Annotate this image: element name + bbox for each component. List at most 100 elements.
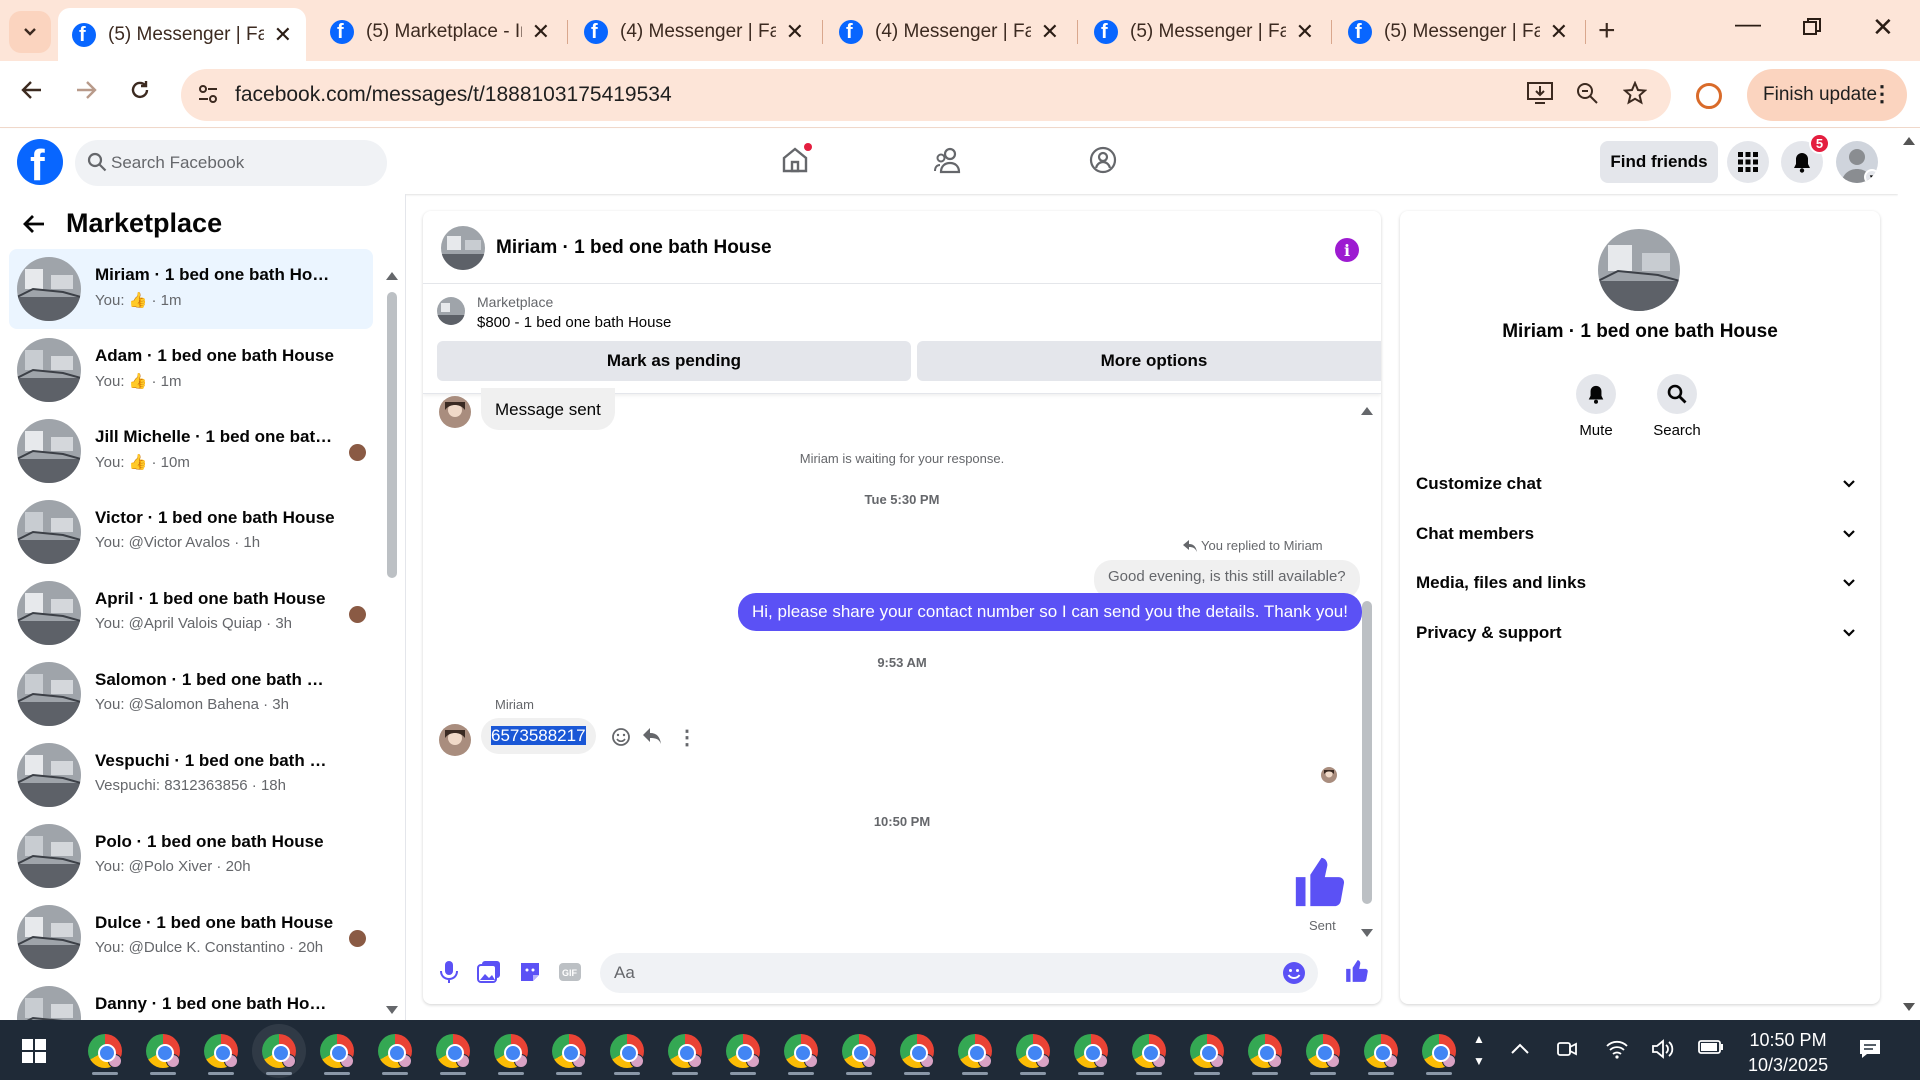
chrome-taskbar-icon[interactable] [262, 1034, 296, 1075]
conversation-item[interactable]: Vespuchi · 1 bed one bath House Vespuchi:… [9, 735, 373, 815]
home-nav[interactable] [780, 143, 812, 180]
mark-as-pending-button[interactable]: Mark as pending [437, 341, 911, 381]
chat-title[interactable]: Miriam · 1 bed one bath House [496, 237, 772, 259]
chrome-taskbar-icon[interactable] [900, 1034, 934, 1075]
chrome-taskbar-icon[interactable] [1248, 1034, 1282, 1075]
back-arrow-icon[interactable] [22, 212, 46, 236]
privacy-support-row[interactable]: Privacy & support [1416, 611, 1864, 655]
scrollbar-thumb[interactable] [1362, 601, 1372, 904]
phone-number-text[interactable]: 6573588217 [491, 726, 586, 745]
listing-title[interactable]: $800 - 1 bed one bath House [477, 314, 671, 331]
outgoing-message-bubble[interactable]: Hi, please share your contact number so … [738, 593, 1362, 631]
new-tab-button[interactable]: + [1598, 14, 1616, 48]
conversation-item[interactable]: Victor · 1 bed one bath House You: @Victo… [9, 492, 373, 572]
message-sent-bubble[interactable]: Message sent [481, 388, 615, 430]
chrome-taskbar-icon[interactable] [726, 1034, 760, 1075]
show-hidden-icons-icon[interactable] [1510, 1038, 1530, 1061]
chrome-taskbar-icon[interactable] [146, 1034, 180, 1075]
volume-icon[interactable] [1651, 1038, 1675, 1066]
close-tab-icon[interactable]: ✕ [1041, 19, 1059, 45]
chrome-taskbar-icon[interactable] [1364, 1034, 1398, 1075]
reply-button[interactable] [642, 727, 662, 750]
scroll-down-arrow-icon[interactable] [1903, 1003, 1915, 1011]
conversation-item[interactable]: Jill Michelle · 1 bed one bath ... You: 👍… [9, 411, 373, 491]
close-tab-icon[interactable]: ✕ [1296, 19, 1314, 45]
gif-button[interactable]: GIF [558, 960, 582, 989]
message-input-box[interactable] [600, 953, 1318, 993]
chrome-taskbar-icon[interactable] [842, 1034, 876, 1075]
chrome-taskbar-icon[interactable] [958, 1034, 992, 1075]
notification-center-icon[interactable] [1858, 1038, 1882, 1066]
chat-avatar[interactable] [441, 226, 485, 270]
conversation-item[interactable]: Adam · 1 bed one bath House You: 👍 · 1m [9, 330, 373, 410]
chrome-taskbar-icon[interactable] [1422, 1034, 1456, 1075]
bookmark-star-icon[interactable] [1622, 80, 1648, 112]
chrome-taskbar-icon[interactable] [1306, 1034, 1340, 1075]
chrome-taskbar-icon[interactable] [1074, 1034, 1108, 1075]
back-button[interactable] [21, 77, 43, 108]
sender-avatar[interactable] [439, 396, 471, 428]
search-action[interactable]: Search [1637, 374, 1717, 439]
chrome-taskbar-icon[interactable] [204, 1034, 238, 1075]
chrome-taskbar-icon[interactable] [1016, 1034, 1050, 1075]
contact-avatar[interactable] [1598, 229, 1680, 311]
site-settings-icon[interactable] [197, 83, 219, 105]
more-vertical-icon[interactable]: ⋮ [677, 725, 697, 750]
message-input[interactable] [614, 953, 1254, 993]
chrome-taskbar-icon[interactable] [610, 1034, 644, 1075]
react-button[interactable] [611, 727, 631, 752]
search-input[interactable] [111, 140, 371, 186]
chat-members-row[interactable]: Chat members [1416, 512, 1864, 556]
scroll-up-arrow-icon[interactable] [386, 272, 398, 280]
browser-tab-1[interactable]: (5) Messenger | Facebook ✕ [58, 8, 306, 61]
close-tab-icon[interactable]: ✕ [1550, 19, 1568, 45]
browser-tab-2[interactable]: (5) Marketplace - Inbox ✕ [316, 8, 564, 55]
menu-button[interactable] [1727, 141, 1769, 183]
chrome-taskbar-icon[interactable] [668, 1034, 702, 1075]
sender-avatar[interactable] [439, 724, 471, 756]
address-bar[interactable]: facebook.com/messages/t/1888103175419534 [181, 69, 1671, 121]
battery-icon[interactable] [1698, 1038, 1724, 1061]
chrome-taskbar-icon[interactable] [552, 1034, 586, 1075]
browser-tab-4[interactable]: (4) Messenger | Facebook ✕ [825, 8, 1073, 55]
friends-nav[interactable] [933, 145, 963, 180]
scroll-up-arrow-icon[interactable] [1903, 137, 1915, 145]
groups-nav[interactable] [1088, 145, 1118, 180]
finish-update-button[interactable]: Finish update ⋮ [1747, 69, 1907, 121]
emoji-icon[interactable] [1282, 961, 1306, 985]
restore-window-button[interactable] [1803, 12, 1821, 43]
account-avatar[interactable]: ▾ [1836, 141, 1878, 183]
mute-action[interactable]: Mute [1556, 374, 1636, 439]
install-app-icon[interactable] [1527, 81, 1553, 112]
chat-list-scrollbar[interactable] [385, 272, 399, 1014]
close-tab-icon[interactable]: ✕ [274, 22, 292, 48]
info-icon[interactable]: i [1335, 238, 1359, 262]
chat-scrollbar[interactable] [1360, 401, 1374, 941]
tab-search-button[interactable] [9, 11, 51, 53]
conversation-item[interactable]: Dulce · 1 bed one bath House You: @Dulce … [9, 897, 373, 977]
forward-button[interactable] [75, 77, 97, 108]
conversation-item[interactable]: Danny · 1 bed one bath House [9, 978, 373, 1020]
conversation-item[interactable]: Polo · 1 bed one bath House You: @Polo Xi… [9, 816, 373, 896]
windows-start-icon[interactable] [22, 1039, 46, 1063]
chrome-taskbar-icon[interactable] [784, 1034, 818, 1075]
browser-profile-icon[interactable] [1696, 83, 1722, 109]
incoming-number-bubble[interactable]: 6573588217 [481, 718, 596, 754]
chrome-taskbar-icon[interactable] [320, 1034, 354, 1075]
chrome-taskbar-icon[interactable] [1132, 1034, 1166, 1075]
close-tab-icon[interactable]: ✕ [532, 19, 550, 45]
customize-chat-row[interactable]: Customize chat [1416, 462, 1864, 506]
chrome-taskbar-icon[interactable] [494, 1034, 528, 1075]
conversation-item[interactable]: Salomon · 1 bed one bath House You: @Salo… [9, 654, 373, 734]
taskbar-scroll[interactable]: ▲ ▼ [1473, 1028, 1485, 1072]
browser-tab-5[interactable]: (5) Messenger | Facebook ✕ [1080, 8, 1328, 55]
browser-tab-3[interactable]: (4) Messenger | Facebook ✕ [570, 8, 818, 55]
page-scrollbar[interactable] [1898, 129, 1920, 1020]
sticker-button[interactable] [518, 960, 542, 989]
zoom-icon[interactable] [1575, 81, 1599, 112]
attach-media-button[interactable] [477, 960, 501, 989]
facebook-logo[interactable]: f [17, 139, 63, 190]
scroll-down-arrow-icon[interactable] [1361, 929, 1373, 937]
scrollbar-thumb[interactable] [387, 292, 397, 578]
conversation-item[interactable]: April · 1 bed one bath House You: @April … [9, 573, 373, 653]
